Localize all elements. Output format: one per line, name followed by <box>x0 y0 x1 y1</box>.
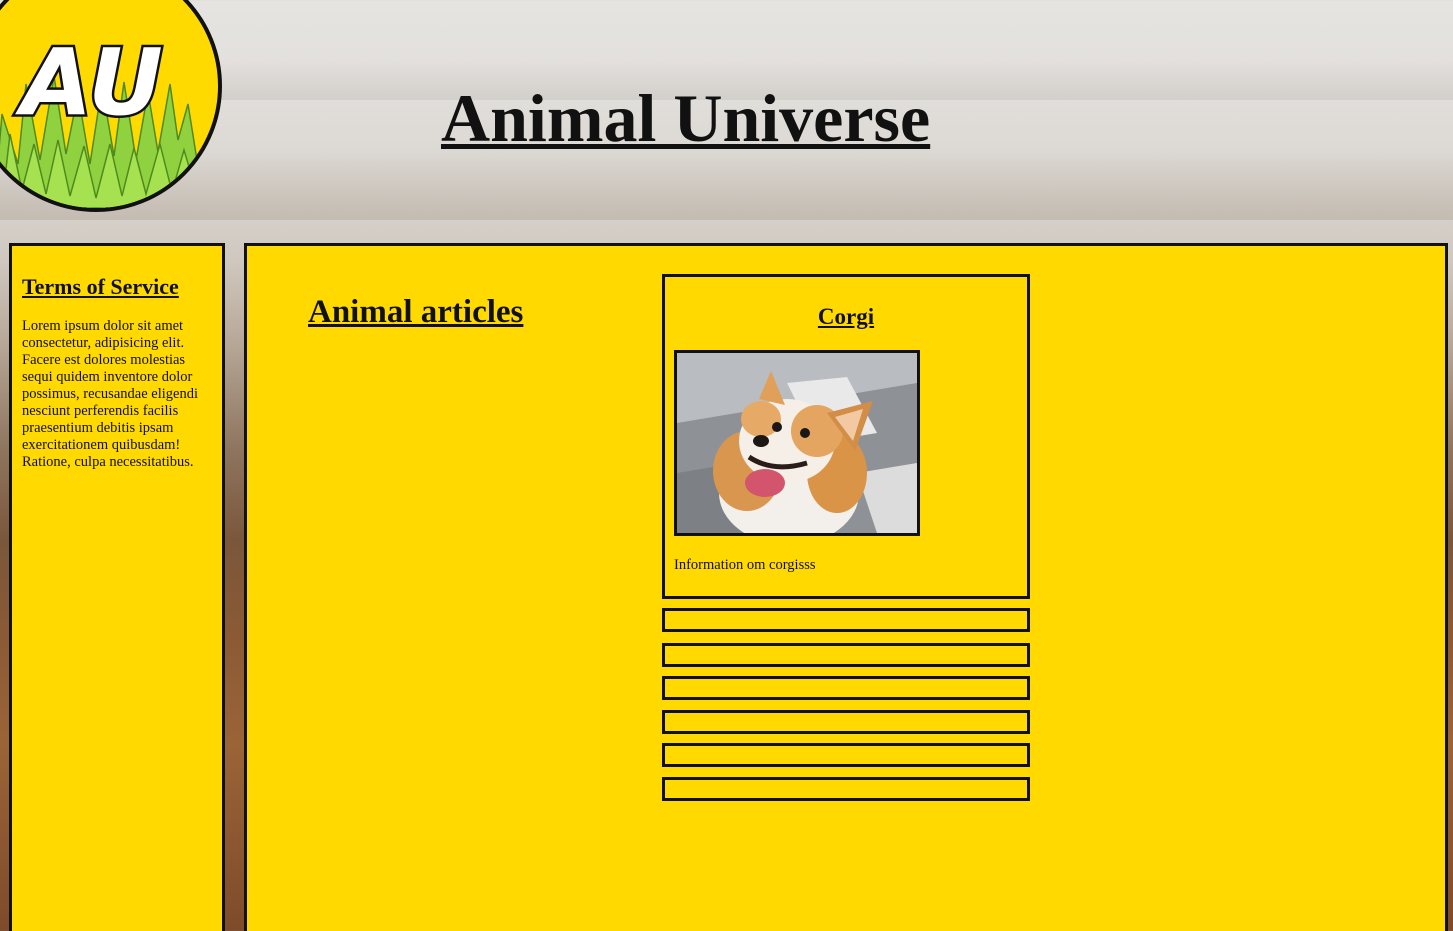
background-haze-bottom <box>0 150 1453 220</box>
logo-text: AU <box>15 29 163 136</box>
section-title: Animal articles <box>308 294 524 330</box>
main-content: Animal articles Corgi Information om cor… <box>244 243 1448 931</box>
site-logo[interactable]: AU <box>0 0 222 212</box>
article-card-placeholder[interactable] <box>662 777 1030 801</box>
article-title[interactable]: Corgi <box>665 303 1027 331</box>
article-card-placeholder[interactable] <box>662 743 1030 767</box>
corgi-photo <box>674 350 920 536</box>
article-card-corgi[interactable]: Corgi Information om corgisss <box>662 274 1030 599</box>
article-description: Information om corgisss <box>674 557 816 573</box>
article-card-placeholder[interactable] <box>662 676 1030 700</box>
article-card-placeholder[interactable] <box>662 608 1030 632</box>
logo-graphic: AU <box>0 27 215 208</box>
terms-text: Lorem ipsum dolor sit amet consectetur, … <box>22 318 198 470</box>
site-title: Animal Universe <box>441 80 931 156</box>
sidebar: Terms of Service Lorem ipsum dolor sit a… <box>9 243 225 931</box>
terms-heading: Terms of Service <box>22 274 179 299</box>
article-card-placeholder[interactable] <box>662 643 1030 667</box>
article-card-placeholder[interactable] <box>662 710 1030 734</box>
